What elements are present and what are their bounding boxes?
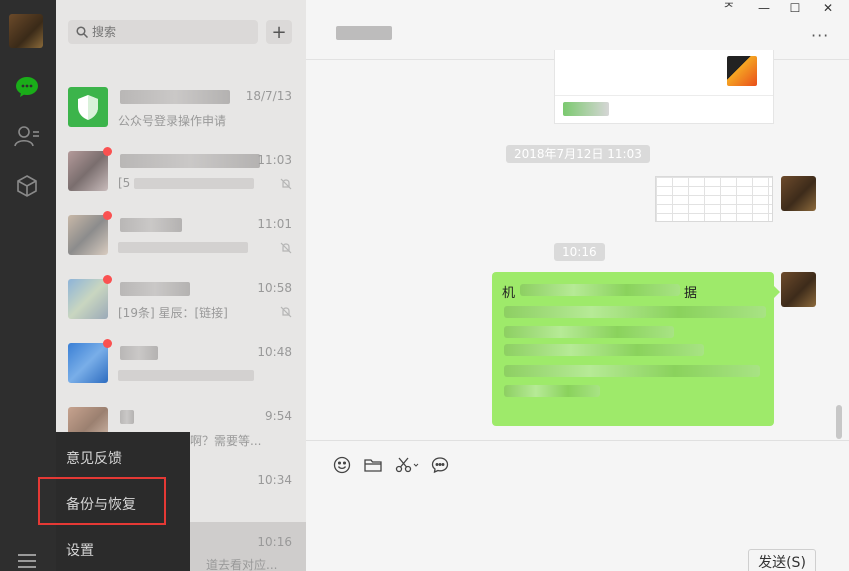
- blurred-text: [504, 385, 600, 397]
- bubble-last-char: 据: [684, 286, 698, 301]
- timestamp: 10:16: [554, 243, 605, 261]
- chat-time: 11:01: [257, 217, 292, 231]
- folder-icon[interactable]: [363, 455, 383, 475]
- chat-preview: [5: [118, 176, 255, 190]
- chat-bubble-icon[interactable]: [430, 455, 450, 475]
- scrollbar[interactable]: [836, 405, 842, 439]
- chat-time: 10:48: [257, 345, 292, 359]
- chat-name: [120, 218, 182, 232]
- chat-time: 10:34: [257, 473, 292, 487]
- more-icon[interactable]: ···: [811, 26, 829, 45]
- avatar: [68, 279, 108, 319]
- chat-preview: [118, 368, 254, 382]
- minimize-icon[interactable]: —: [749, 0, 779, 16]
- chat-row[interactable]: 11:03 [5: [56, 140, 306, 204]
- blurred-text: [118, 242, 248, 253]
- my-avatar[interactable]: [9, 14, 43, 48]
- my-avatar: [781, 176, 816, 211]
- chat-time: 10:58: [257, 281, 292, 295]
- shield-icon: [78, 95, 98, 120]
- chat-name: [120, 90, 230, 104]
- scissors-icon[interactable]: [394, 455, 420, 475]
- menu-settings[interactable]: 设置: [66, 540, 94, 560]
- chat-preview: [118, 240, 248, 254]
- message-bubble[interactable]: 机 据: [492, 272, 780, 426]
- blurred-text: [504, 344, 704, 356]
- maximize-icon[interactable]: ☐: [780, 0, 810, 16]
- chat-preview: 道去看对应...: [206, 558, 278, 571]
- my-avatar: [781, 272, 816, 307]
- timestamp: 2018年7月12日 11:03: [506, 145, 650, 163]
- chat-title: [336, 26, 392, 40]
- chat-area: ᅎ — ☐ ✕ ··· 2018年7月12日 11:03 10:16 机 据 发…: [306, 0, 849, 571]
- bubble-first-char: 机: [502, 286, 516, 301]
- mute-bell-icon: [280, 242, 292, 254]
- chat-row[interactable]: 10:58 [19条] 星辰：[链接]: [56, 268, 306, 332]
- emoji-icon[interactable]: [332, 455, 352, 475]
- avatar: [68, 343, 108, 383]
- wechat-window: + 18/7/13 公众号登录操作申请 11:03 [5 11:01: [0, 0, 849, 571]
- menu-icon[interactable]: [14, 548, 40, 571]
- blurred-text: [504, 326, 674, 338]
- search-input[interactable]: [92, 25, 242, 39]
- close-icon[interactable]: ✕: [813, 0, 843, 16]
- chat-row[interactable]: 11:01: [56, 204, 306, 268]
- unread-badge: [103, 339, 112, 348]
- spreadsheet-thumbnail[interactable]: [655, 176, 773, 222]
- blurred-text: [504, 365, 760, 377]
- chat-row[interactable]: 10:48: [56, 332, 306, 396]
- chat-name: [120, 154, 260, 168]
- chat-time: 10:16: [257, 535, 292, 549]
- card-divider: [555, 95, 773, 96]
- card-source: [563, 102, 609, 116]
- chat-time: 9:54: [265, 409, 292, 423]
- avatar: [68, 215, 108, 255]
- avatar: [68, 87, 108, 127]
- chat-name: [120, 282, 190, 296]
- highlight-box: [38, 477, 166, 525]
- contacts-icon[interactable]: [14, 123, 40, 149]
- chat-name: [120, 346, 158, 360]
- chat-time: 18/7/13: [245, 89, 292, 103]
- avatar: [68, 151, 108, 191]
- menu-feedback[interactable]: 意见反馈: [66, 448, 122, 468]
- chat-preview: [19条] 星辰：[链接]: [118, 306, 228, 320]
- blurred-text: [520, 284, 680, 296]
- unread-badge: [103, 147, 112, 156]
- blurred-text: [134, 178, 255, 189]
- input-area[interactable]: 发送(S): [306, 440, 849, 571]
- add-button[interactable]: +: [266, 20, 292, 44]
- unread-badge: [103, 275, 112, 284]
- chat-preview: 公众号登录操作申请: [118, 114, 227, 128]
- card-thumbnail: [727, 56, 757, 86]
- chat-time: 11:03: [257, 153, 292, 167]
- preview-text: [5: [118, 176, 131, 190]
- unread-badge: [103, 211, 112, 220]
- chat-preview: 啊？需要等...: [190, 434, 262, 448]
- chat-row[interactable]: 18/7/13 公众号登录操作申请: [56, 76, 306, 140]
- send-button[interactable]: 发送(S): [748, 549, 816, 571]
- search-icon: [76, 26, 88, 38]
- mute-bell-icon: [280, 306, 292, 318]
- search-box[interactable]: [68, 20, 258, 44]
- mute-bell-icon: [280, 178, 292, 190]
- pin-icon[interactable]: ᅎ: [714, 0, 744, 16]
- chat-icon[interactable]: [14, 74, 40, 100]
- shared-card-message[interactable]: [554, 50, 774, 124]
- blurred-text: [504, 306, 766, 318]
- cube-icon[interactable]: [14, 173, 40, 199]
- blurred-text: [118, 370, 254, 381]
- chat-name: [120, 410, 134, 424]
